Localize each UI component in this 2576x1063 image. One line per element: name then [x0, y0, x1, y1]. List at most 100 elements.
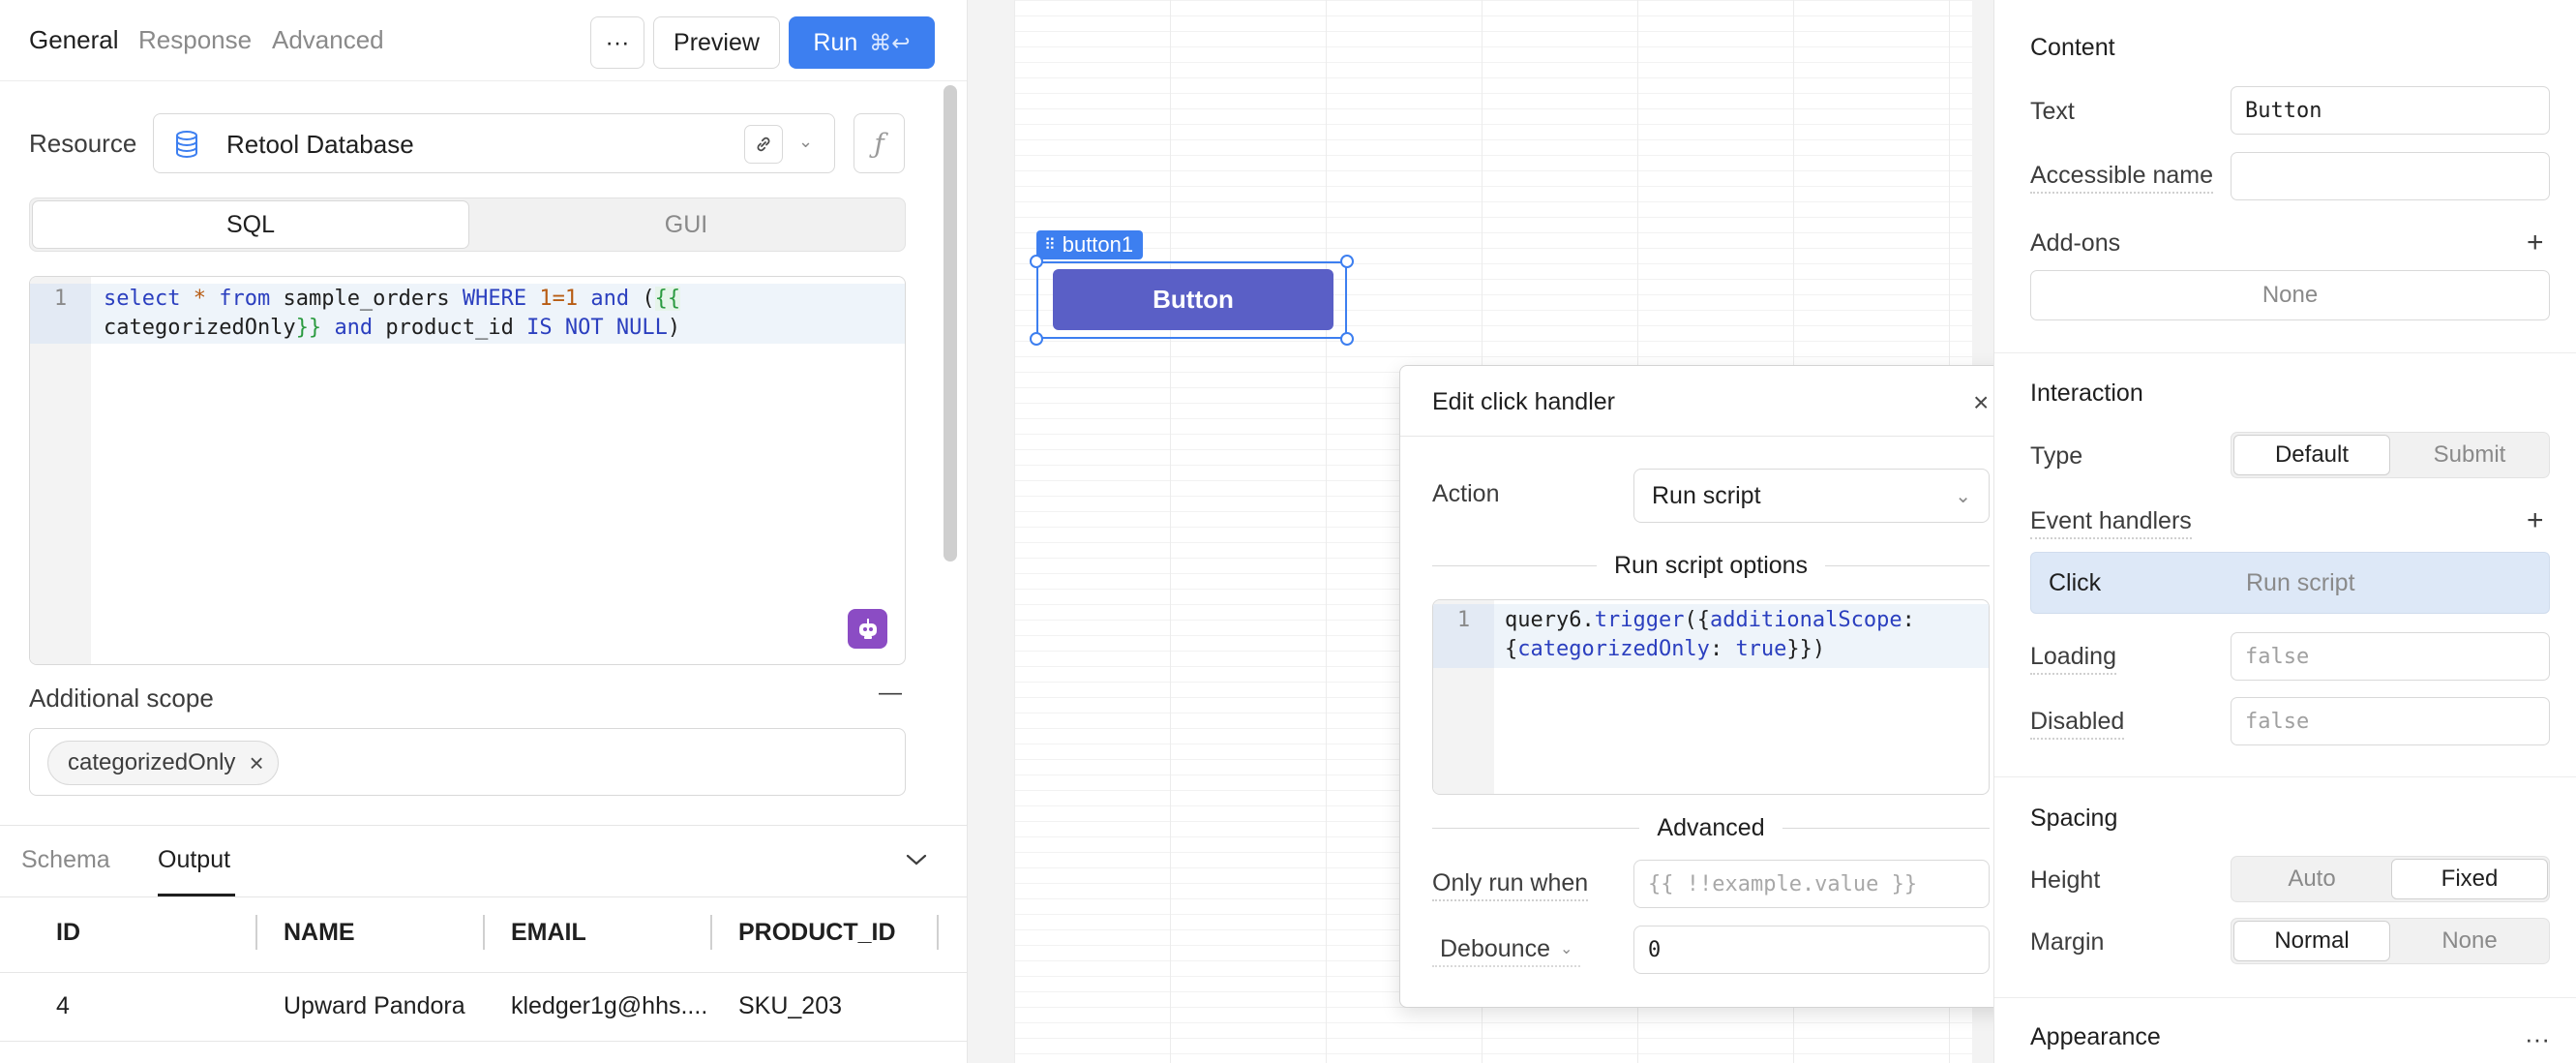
database-icon [175, 131, 198, 165]
appearance-more-button[interactable]: ··· [2525, 1024, 2550, 1054]
additional-scope-input[interactable]: categorizedOnly × [29, 728, 906, 796]
section-title: Advanced [1657, 813, 1765, 841]
run-button[interactable]: Run ⌘↩ [789, 16, 935, 69]
column-header-email[interactable]: EMAIL [511, 919, 586, 947]
scrollbar[interactable] [944, 85, 957, 562]
only-run-when-input[interactable]: {{ !!example.value }} [1633, 860, 1990, 908]
margin-normal[interactable]: Normal [2233, 921, 2390, 961]
sql-line-1-wrap: categorizedOnly}} and product_id IS NOT … [104, 316, 680, 340]
sql-editor[interactable]: 1 select * from sample_orders WHERE 1=1 … [29, 276, 906, 665]
link-icon[interactable] [744, 125, 783, 164]
cell-name[interactable]: Upward Pandora [284, 992, 465, 1020]
mode-sql[interactable]: SQL [32, 200, 469, 249]
disabled-input[interactable]: false [2231, 697, 2550, 745]
transformer-fx-button[interactable]: ƒ [854, 113, 905, 173]
tab-output[interactable]: Output [158, 846, 230, 874]
script-token: query6 [1505, 608, 1582, 632]
tab-general[interactable]: General [29, 25, 119, 55]
debounce-select[interactable]: Debounce ⌄ [1432, 932, 1581, 967]
script-token: ({ [1684, 608, 1710, 632]
event-handler-event: Click [2049, 569, 2102, 596]
resource-select[interactable]: Retool Database ⌄ [153, 113, 835, 173]
column-header-id[interactable]: ID [56, 919, 80, 947]
text-input[interactable]: Button [2231, 86, 2550, 135]
height-toggle: Auto Fixed [2231, 856, 2550, 902]
script-token: trigger [1594, 608, 1685, 632]
type-default[interactable]: Default [2233, 435, 2390, 475]
drag-handle-icon[interactable]: ⠿ [1044, 235, 1056, 255]
cell-email[interactable]: kledger1g@hhs.... [511, 992, 707, 1020]
script-token: . [1581, 608, 1595, 632]
column-header-name[interactable]: NAME [284, 919, 355, 947]
action-value: Run script [1652, 481, 1761, 509]
line-number: 1 [53, 287, 68, 311]
sql-token: {{ [654, 287, 681, 311]
margin-none[interactable]: None [2391, 921, 2548, 961]
height-label: Height [2030, 866, 2101, 894]
resize-handle[interactable] [1340, 255, 1354, 268]
type-submit[interactable]: Submit [2391, 435, 2548, 475]
popover-divider [1400, 436, 2020, 437]
close-icon[interactable]: × [249, 748, 263, 778]
debounce-input[interactable]: 0 [1633, 926, 1990, 974]
height-auto[interactable]: Auto [2233, 859, 2390, 899]
resize-handle[interactable] [1030, 332, 1043, 346]
column-resizer[interactable] [710, 915, 712, 950]
sql-token: and [334, 316, 374, 340]
event-handler-row[interactable]: Click Run script [2030, 552, 2550, 614]
sql-token: and [590, 287, 630, 311]
tab-schema[interactable]: Schema [21, 846, 110, 874]
run-button-label: Run [813, 28, 858, 56]
script-token: additionalScope [1709, 608, 1902, 632]
resource-value: Retool Database [226, 130, 414, 159]
tab-advanced[interactable]: Advanced [272, 25, 384, 55]
loading-placeholder: false [2245, 644, 2310, 669]
component-tag[interactable]: ⠿ button1 [1036, 230, 1144, 259]
accessible-name-input[interactable] [2231, 152, 2550, 200]
loading-input[interactable]: false [2231, 632, 2550, 681]
script-editor[interactable]: 1 query6.trigger({additionalScope: {cate… [1432, 599, 1990, 795]
inspector-panel: Content Text Button Accessible name Add-… [1993, 0, 2576, 1063]
addons-list[interactable]: None [2030, 270, 2550, 320]
run-script-section: Run script options [1432, 551, 1991, 580]
tab-response[interactable]: Response [138, 25, 252, 55]
ai-assist-button[interactable] [848, 609, 887, 649]
add-event-handler-button[interactable]: + [2527, 506, 2544, 535]
event-handler-action: Run script [2246, 569, 2355, 596]
additional-scope-label: Additional scope [29, 683, 214, 713]
chevron-down-icon[interactable] [905, 847, 928, 874]
chevron-down-icon[interactable]: ⌄ [798, 132, 813, 152]
collapse-icon[interactable]: — [879, 680, 902, 707]
more-button[interactable]: ··· [590, 16, 644, 69]
script-line-1: query6.trigger({additionalScope: [1505, 608, 1915, 632]
cell-product-id[interactable]: SKU_203 [738, 992, 842, 1020]
script-token: categorizedOnly [1517, 637, 1710, 661]
resize-handle[interactable] [1030, 255, 1043, 268]
column-header-product-id[interactable]: PRODUCT_ID [738, 919, 896, 947]
column-resizer[interactable] [255, 915, 257, 950]
cell-id[interactable]: 4 [56, 992, 70, 1020]
debounce-value: 0 [1648, 937, 1662, 962]
close-icon[interactable]: × [1973, 387, 1989, 418]
script-token: }}) [1786, 637, 1826, 661]
resize-handle[interactable] [1340, 332, 1354, 346]
content-heading: Content [2030, 34, 2115, 61]
add-addon-button[interactable]: + [2527, 228, 2544, 258]
column-resizer[interactable] [483, 915, 485, 950]
type-label: Type [2030, 442, 2083, 470]
disabled-placeholder: false [2245, 709, 2310, 734]
output-panel: Schema Output ID NAME EMAIL PRODUCT_ID 4… [0, 825, 967, 1063]
loading-label: Loading [2030, 643, 2116, 675]
sql-token: IS NOT NULL [526, 316, 668, 340]
height-fixed[interactable]: Fixed [2391, 859, 2548, 899]
preview-button[interactable]: Preview [653, 16, 780, 69]
app-button[interactable]: Button [1053, 269, 1333, 330]
column-resizer[interactable] [937, 915, 939, 950]
action-select[interactable]: Run script ⌄ [1633, 469, 1990, 523]
section-rule [1432, 564, 1597, 566]
section-rule [1432, 827, 1640, 829]
scope-pill-label: categorizedOnly [68, 749, 236, 775]
mode-gui[interactable]: GUI [469, 200, 903, 249]
sql-token: categorizedOnly [104, 316, 296, 340]
